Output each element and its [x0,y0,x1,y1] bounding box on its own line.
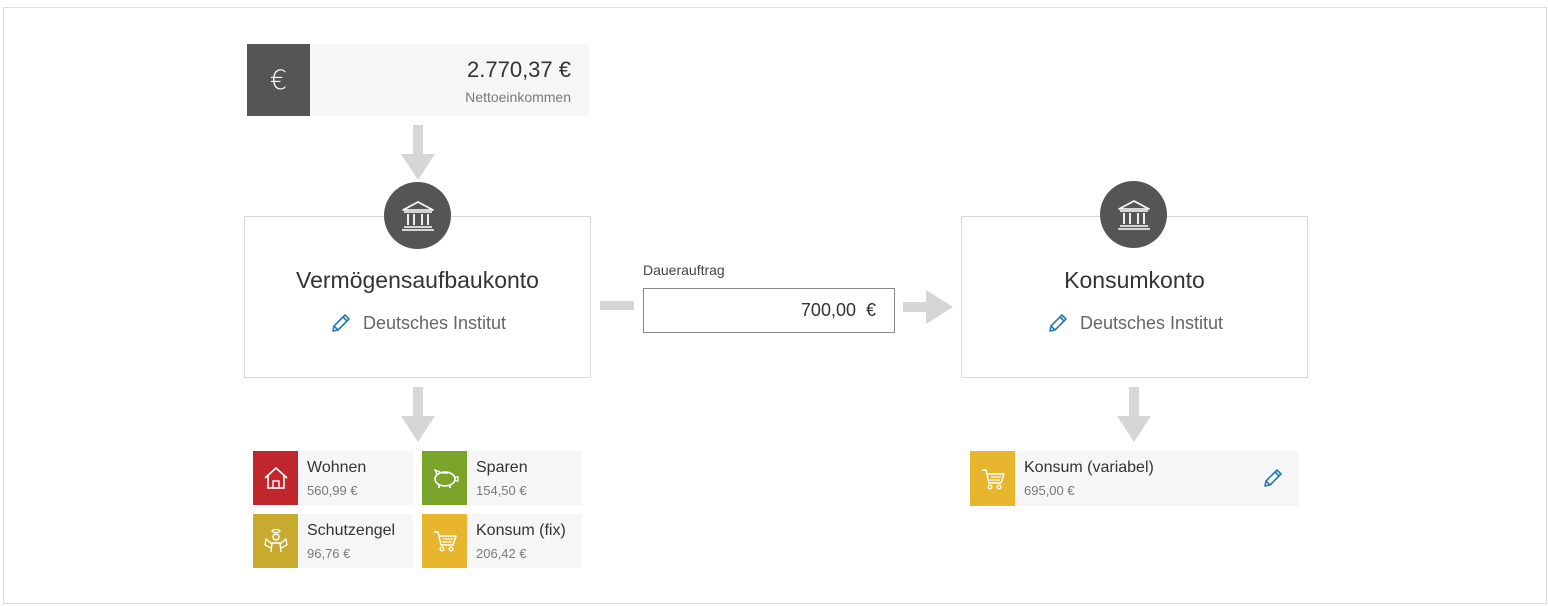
pencil-icon[interactable] [1261,466,1285,490]
standing-order-label: Dauerauftrag [643,262,725,278]
connector-bar [600,301,634,310]
institution-label: Deutsches Institut [1079,312,1224,333]
category-tile-schutzengel[interactable]: Schutzengel 96,76 € [253,514,413,568]
category-amount: 206,42 € [476,546,527,561]
category-name: Konsum (variabel) [1024,459,1154,476]
category-name: Schutzengel [307,522,396,539]
category-name: Sparen [476,459,528,476]
category-tile-sparen[interactable]: Sparen 154,50 € [422,451,582,505]
piggy-bank-icon [422,451,467,505]
arrow-down-icon [1117,387,1151,442]
arrow-down-icon [401,387,435,442]
category-tile-konsum-fix[interactable]: Konsum (fix) 206,42 € [422,514,582,568]
pencil-icon[interactable] [1046,311,1070,335]
bank-icon [384,182,451,249]
category-amount: 154,50 € [476,483,527,498]
wealth-account-title: Vermögensaufbaukonto [296,267,539,293]
category-tile-wohnen[interactable]: Wohnen 560,99 € [253,451,413,505]
cart-icon [970,451,1015,506]
net-income-amount: 2.770,37 € [467,57,571,82]
category-name: Konsum (fix) [476,522,566,539]
consumption-account-institution[interactable]: Deutsches Institut [962,311,1307,335]
category-amount: 560,99 € [307,483,358,498]
pencil-icon[interactable] [329,311,353,335]
wealth-account-institution[interactable]: Deutsches Institut [245,311,590,335]
institution-label: Deutsches Institut [362,312,507,333]
cart-icon [422,514,467,568]
standing-order-amount-input[interactable]: 700,00 € [643,288,895,333]
guardian-angel-icon [253,514,298,568]
arrow-down-icon [401,125,435,180]
standing-order-currency: € [865,300,876,320]
net-income-label: Nettoeinkommen [465,89,571,105]
consumption-account-title: Konsumkonto [1064,267,1205,293]
arrow-right-icon [903,290,953,324]
bank-icon [1100,181,1167,248]
category-name: Wohnen [307,459,367,476]
house-icon [253,451,298,505]
category-amount: 96,76 € [307,546,351,561]
standing-order-amount: 700,00 [800,300,856,320]
net-income-box: € 2.770,37 € Nettoeinkommen [247,44,589,116]
category-tile-konsum-variabel[interactable]: Konsum (variabel) 695,00 € [970,451,1299,506]
euro-icon: € [247,44,310,116]
category-amount: 695,00 € [1024,483,1075,498]
